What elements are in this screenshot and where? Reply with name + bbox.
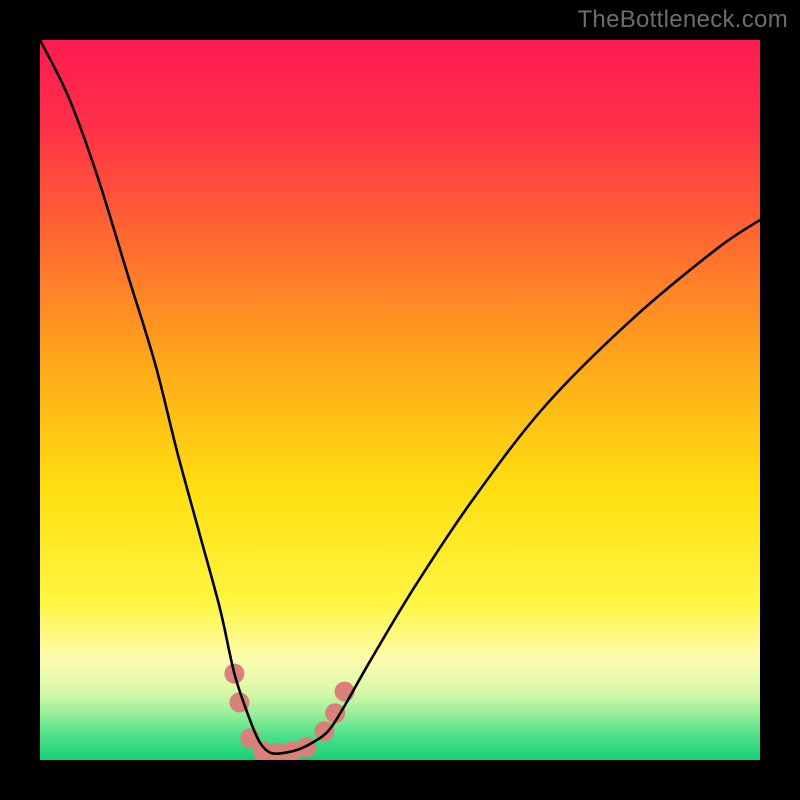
plot-area <box>40 40 760 760</box>
watermark-text: TheBottleneck.com <box>577 6 788 34</box>
chart-svg <box>40 40 760 760</box>
bottleneck-curve <box>40 40 760 754</box>
markers-group <box>224 664 354 760</box>
chart-frame: TheBottleneck.com <box>0 0 800 800</box>
